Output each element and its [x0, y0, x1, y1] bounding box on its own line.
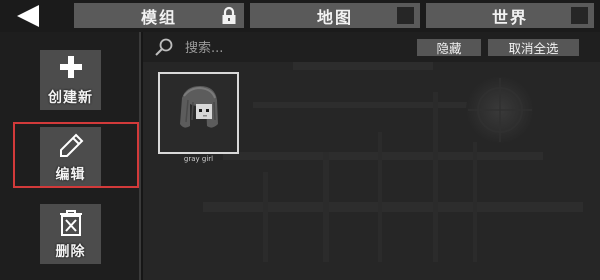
delete-button[interactable]: 删除: [40, 204, 101, 264]
tab-maps-label: 地图: [316, 7, 353, 27]
search-input[interactable]: [185, 38, 385, 58]
back-button[interactable]: [8, 3, 48, 29]
back-arrow-icon: [17, 5, 39, 27]
tab-mods[interactable]: 模组: [74, 3, 244, 28]
tab-worlds-checkbox[interactable]: [571, 7, 588, 24]
hide-button-label: 隐藏: [436, 41, 462, 56]
search-icon: [155, 38, 173, 56]
edit-highlight-frame: [13, 122, 139, 188]
tab-worlds-label: 世界: [491, 7, 528, 27]
tab-mods-label: 模组: [140, 7, 177, 27]
item-card[interactable]: [158, 72, 239, 154]
plus-icon: [59, 56, 82, 78]
delete-label: 删除: [55, 244, 86, 260]
deselect-all-button[interactable]: 取消全选: [488, 39, 579, 56]
search-row: 隐藏 取消全选: [143, 32, 600, 62]
tab-maps[interactable]: 地图: [250, 3, 420, 28]
character-avatar-icon: [160, 74, 237, 152]
deselect-all-label: 取消全选: [508, 41, 559, 56]
tab-maps-checkbox[interactable]: [397, 7, 414, 24]
tab-worlds[interactable]: 世界: [426, 3, 594, 28]
create-new-button[interactable]: 创建新: [40, 50, 101, 110]
item-name: gray girl: [183, 155, 214, 163]
lock-icon: [222, 6, 236, 24]
trash-icon: [59, 210, 82, 236]
main-panel: 隐藏 取消全选 gray girl: [143, 32, 600, 280]
top-bar: 模组 地图 世界: [0, 0, 600, 32]
create-new-label: 创建新: [48, 90, 93, 106]
hide-button[interactable]: 隐藏: [417, 39, 481, 56]
